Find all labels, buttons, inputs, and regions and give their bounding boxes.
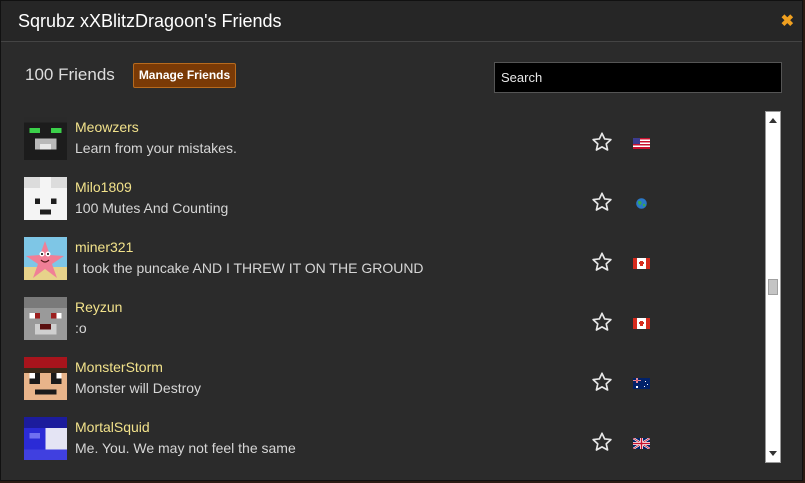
capped-skin-avatar[interactable] <box>24 357 67 400</box>
starfish-avatar[interactable] <box>24 237 67 280</box>
friend-status: Monster will Destroy <box>75 380 202 396</box>
favorite-star-icon[interactable] <box>591 131 613 153</box>
favorite-star-icon[interactable] <box>591 311 613 333</box>
friend-row[interactable]: miner321 I took the puncake AND I THREW … <box>17 232 762 292</box>
friend-row[interactable]: MortalSquid Me. You. We may not feel the… <box>17 412 762 462</box>
friend-status: 100 Mutes And Counting <box>75 200 229 216</box>
favorite-star-icon[interactable] <box>591 251 613 273</box>
friend-name[interactable]: Meowzers <box>75 119 139 135</box>
us-flag-icon <box>633 138 650 149</box>
dialog-title: Sqrubz xXBlitzDragoon's Friends <box>18 11 282 31</box>
close-icon[interactable]: ✖ <box>781 14 794 30</box>
favorite-star-icon[interactable] <box>591 371 613 393</box>
friend-name[interactable]: MonsterStorm <box>75 359 163 375</box>
globe-flag-icon <box>636 198 647 209</box>
manage-friends-button[interactable]: Manage Friends <box>133 63 236 88</box>
blue-skin-avatar[interactable] <box>24 417 67 460</box>
grey-cat-skin-avatar[interactable] <box>24 297 67 340</box>
friend-row[interactable]: Reyzun :o <box>17 292 762 352</box>
white-skin-avatar[interactable] <box>24 177 67 220</box>
friend-status: Me. You. We may not feel the same <box>75 440 296 456</box>
friend-row[interactable]: Meowzers Learn from your mistakes. <box>17 112 762 172</box>
friend-name[interactable]: Milo1809 <box>75 179 132 195</box>
friend-row[interactable]: Milo1809 100 Mutes And Counting <box>17 172 762 232</box>
friend-list-scrollbar[interactable] <box>765 111 781 463</box>
friend-row[interactable]: MonsterStorm Monster will Destroy <box>17 352 762 412</box>
search-input[interactable] <box>494 62 782 93</box>
canada-flag-icon <box>633 258 650 269</box>
dialog-titlebar: Sqrubz xXBlitzDragoon's Friends ✖ <box>1 1 802 42</box>
friend-count: 100 Friends <box>25 65 115 84</box>
friend-list: Meowzers Learn from your mistakes. Milo1… <box>17 112 762 462</box>
friend-status: Learn from your mistakes. <box>75 140 237 156</box>
cat-skin-avatar[interactable] <box>24 117 67 160</box>
scroll-thumb[interactable] <box>768 279 778 295</box>
friend-name[interactable]: miner321 <box>75 239 133 255</box>
favorite-star-icon[interactable] <box>591 431 613 453</box>
friend-status: :o <box>75 320 87 336</box>
friend-status: I took the puncake AND I THREW IT ON THE… <box>75 260 424 276</box>
favorite-star-icon[interactable] <box>591 191 613 213</box>
friend-name[interactable]: MortalSquid <box>75 419 150 435</box>
friend-name[interactable]: Reyzun <box>75 299 122 315</box>
friends-dialog: Sqrubz xXBlitzDragoon's Friends ✖ 100 Fr… <box>0 0 803 481</box>
scroll-down-arrow-icon[interactable] <box>769 451 777 456</box>
scroll-up-arrow-icon[interactable] <box>769 118 777 123</box>
australia-flag-icon <box>633 378 650 389</box>
canada-flag-icon <box>633 318 650 329</box>
uk-flag-icon <box>633 438 650 449</box>
